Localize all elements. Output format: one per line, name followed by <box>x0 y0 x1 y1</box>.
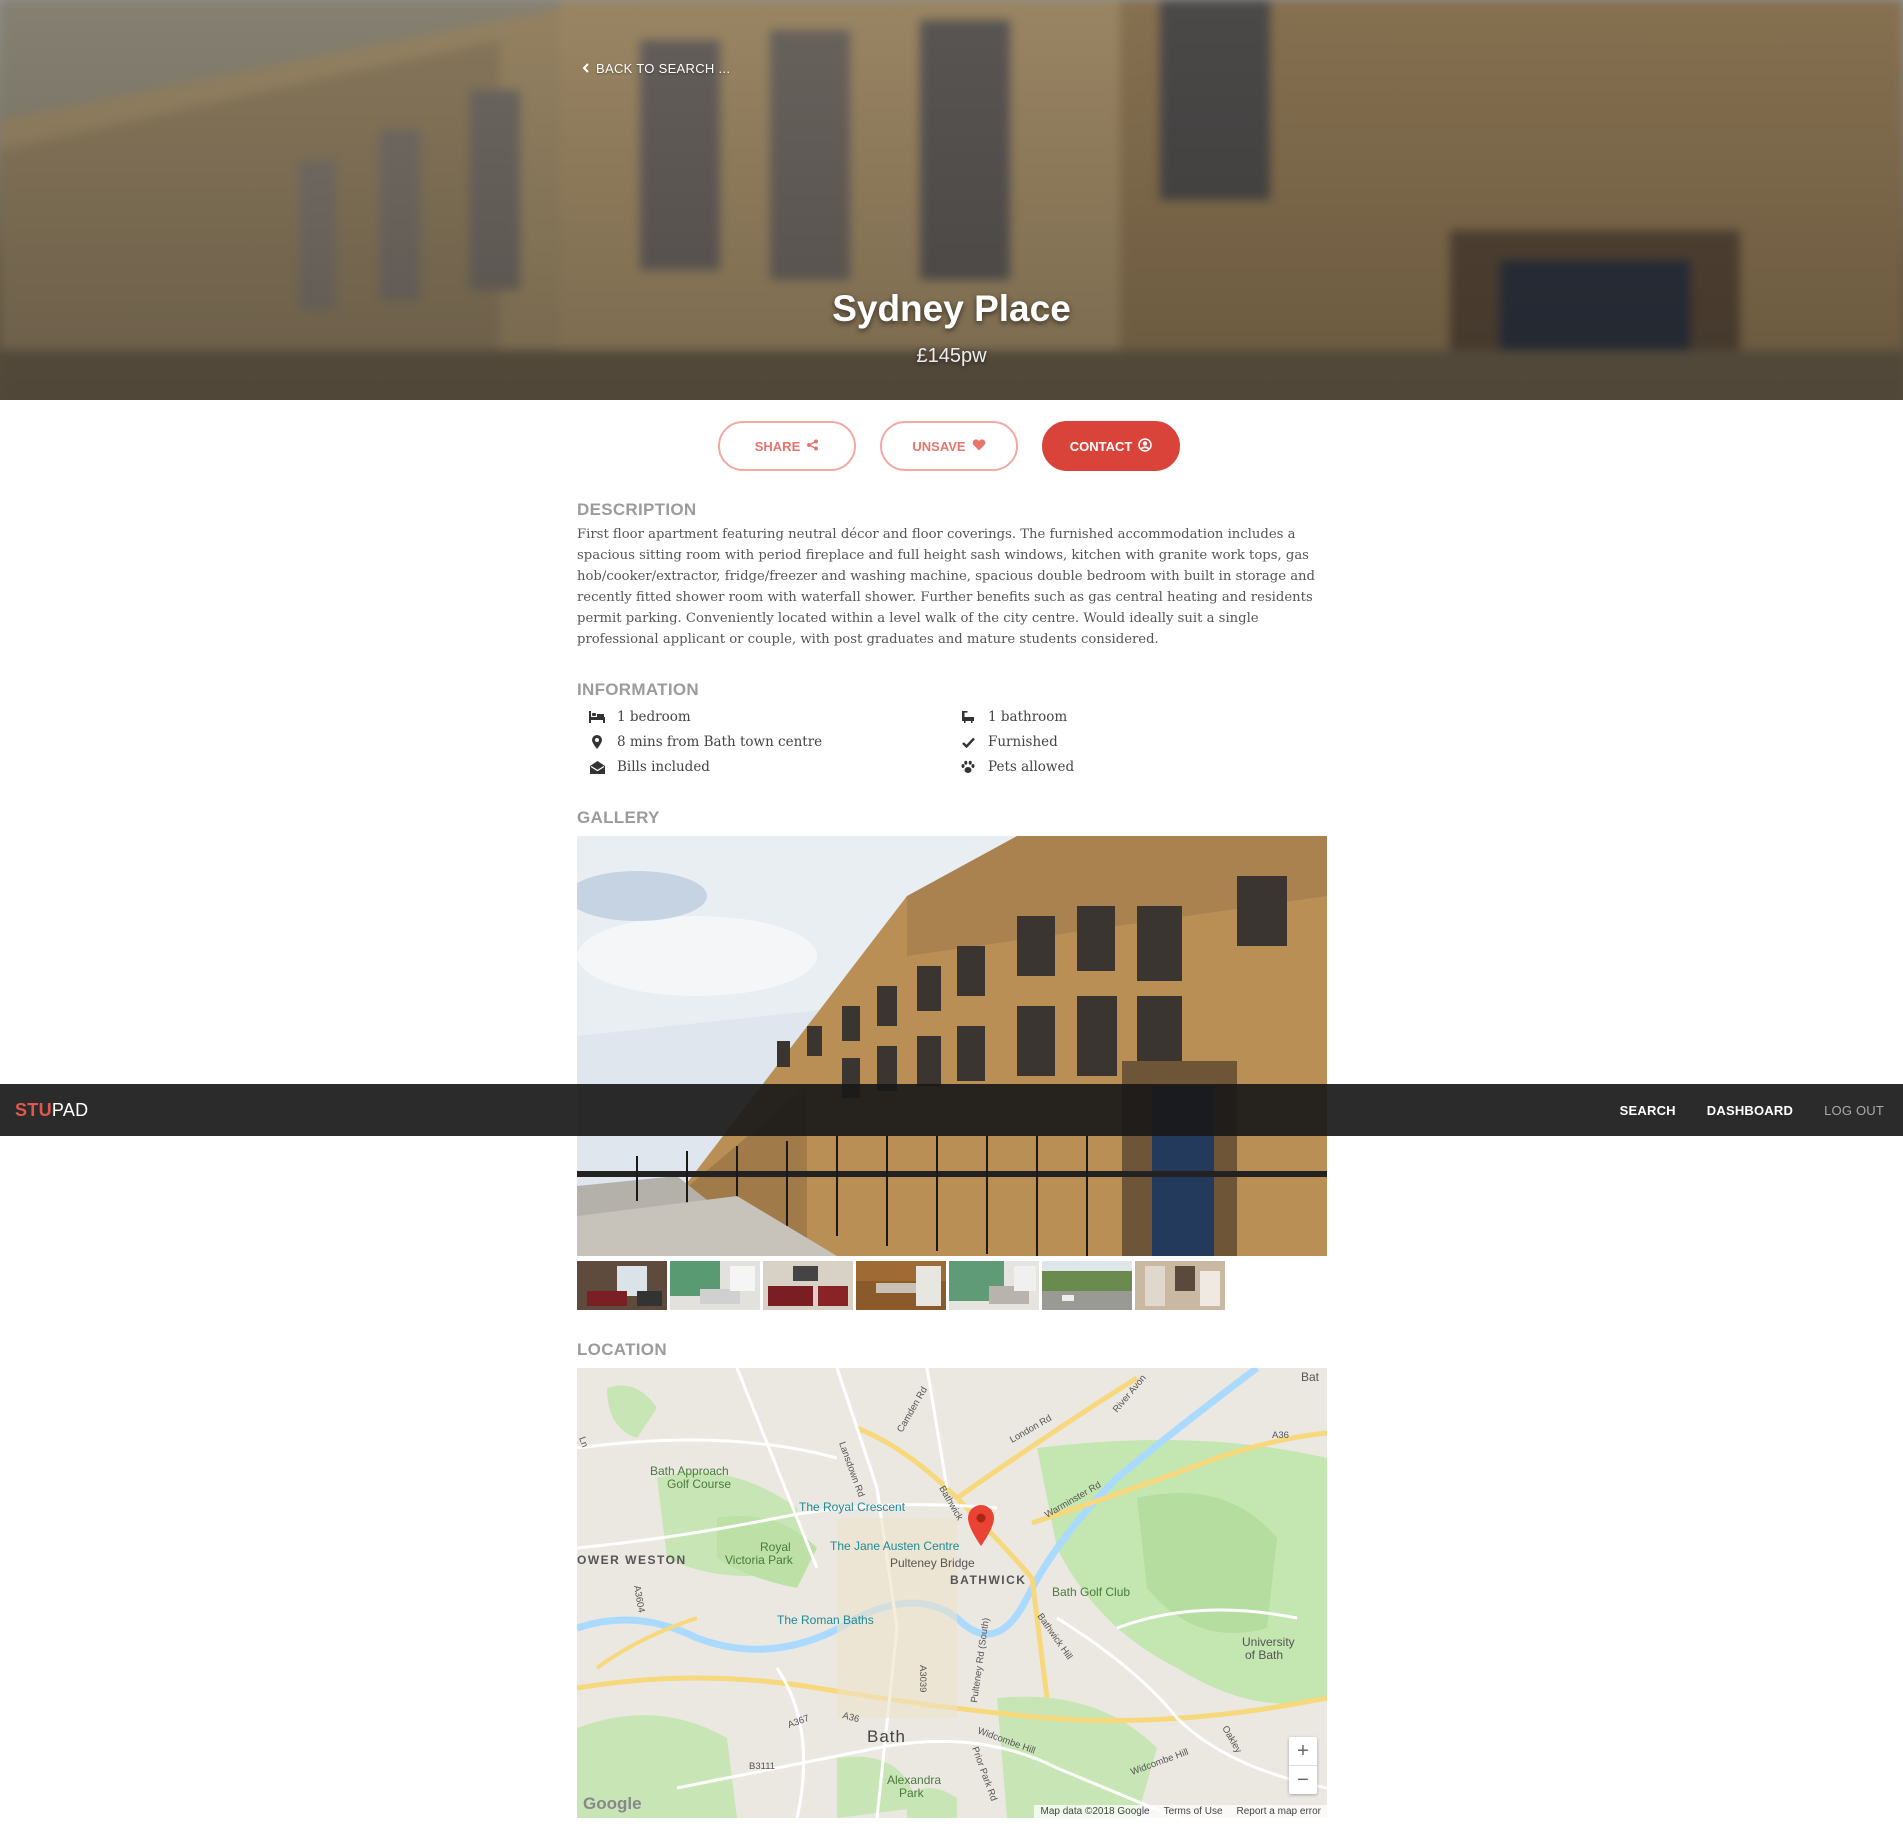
map-label-bath-golf-club: Bath Golf Club <box>1052 1585 1130 1599</box>
terms-of-use-link[interactable]: Terms of Use <box>1164 1806 1223 1817</box>
property-price: £145pw <box>916 345 987 367</box>
description-text: First floor apartment featuring neutral … <box>577 527 1315 647</box>
gallery-main-image[interactable] <box>577 836 1327 1256</box>
gallery-thumbnail[interactable] <box>763 1261 853 1310</box>
info-furnished: Furnished <box>948 731 1319 753</box>
info-bedrooms-text: 1 bedroom <box>617 709 691 725</box>
user-circle-icon <box>1138 437 1153 455</box>
info-bills: Bills included <box>577 756 948 778</box>
share-icon <box>806 439 819 454</box>
nav-logout-link[interactable]: LOG OUT <box>1824 1103 1884 1118</box>
zoom-out-button[interactable]: − <box>1289 1765 1317 1794</box>
map-label-victoria-park: Victoria Park <box>725 1553 794 1567</box>
info-bathrooms: 1 bathroom <box>948 706 1319 728</box>
brand-accent: STU <box>15 1099 52 1120</box>
map-pin-icon <box>589 734 605 750</box>
info-distance-text: 8 mins from Bath town centre <box>617 734 823 750</box>
chevron-left-icon <box>582 61 590 76</box>
map-label-royal-crescent: The Royal Crescent <box>799 1500 906 1514</box>
share-label: SHARE <box>754 438 801 454</box>
map-attribution: Map data ©2018 Google Terms of Use Repor… <box>1034 1805 1327 1818</box>
map-label-bathwick: BATHWICK <box>950 1573 1026 1587</box>
map-label-park: Park <box>899 1786 925 1800</box>
zoom-in-button[interactable]: + <box>1289 1737 1317 1765</box>
gallery-thumbnail[interactable] <box>949 1261 1039 1310</box>
map-label-royal: Royal <box>760 1540 791 1554</box>
info-pets: Pets allowed <box>948 756 1319 778</box>
map-label-bat: Bat <box>1301 1370 1320 1384</box>
contact-label: CONTACT <box>1069 438 1133 454</box>
unsave-label: UNSAVE <box>912 438 966 454</box>
map-label-of-bath: of Bath <box>1245 1648 1283 1662</box>
navbar: STUPAD SEARCH DASHBOARD LOG OUT <box>0 1084 1903 1136</box>
nav-dashboard-link[interactable]: DASHBOARD <box>1707 1103 1793 1118</box>
info-bathrooms-text: 1 bathroom <box>988 709 1068 725</box>
check-icon <box>960 734 976 750</box>
map-label-university: University <box>1242 1635 1295 1649</box>
gallery-thumbnail[interactable] <box>856 1261 946 1310</box>
gallery-thumbnail[interactable] <box>670 1261 760 1310</box>
info-distance: 8 mins from Bath town centre <box>577 731 948 753</box>
report-map-error-link[interactable]: Report a map error <box>1237 1806 1321 1817</box>
map-label-lower-weston: OWER WESTON <box>577 1553 687 1567</box>
map-label-a36-top: A36 <box>1272 1430 1289 1441</box>
gallery-section: GALLERY <box>577 808 1327 1310</box>
location-map[interactable]: Bath Approach Golf Course Royal Victoria… <box>577 1368 1327 1818</box>
map-zoom-controls: + − <box>1289 1737 1317 1794</box>
gallery-thumbnail[interactable] <box>1042 1261 1132 1310</box>
description-section: DESCRIPTION First floor apartment featur… <box>577 500 1327 650</box>
map-label-golf-course: Golf Course <box>667 1477 731 1491</box>
hero-banner: BACK TO SEARCH ... Sydney Place £145pw <box>0 0 1903 400</box>
information-list: 1 bedroom 1 bathroom 8 mins from Bath to… <box>577 706 1327 778</box>
property-title: Sydney Place <box>832 288 1071 329</box>
map-label-pulteney-bridge: Pulteney Bridge <box>890 1556 975 1570</box>
brand-rest: PAD <box>51 1099 89 1120</box>
info-furnished-text: Furnished <box>988 734 1058 750</box>
back-to-search-link[interactable]: BACK TO SEARCH ... <box>582 61 730 76</box>
action-buttons: SHARE UNSAVE CONTACT <box>718 421 1180 471</box>
nav-links: SEARCH DASHBOARD LOG OUT <box>1620 1103 1884 1118</box>
map-data-text: Map data ©2018 Google <box>1040 1806 1150 1817</box>
google-logo: Google <box>583 1794 642 1813</box>
gallery-thumbnails <box>577 1261 1327 1310</box>
info-bills-text: Bills included <box>617 759 710 775</box>
map-label-roman-baths: The Roman Baths <box>777 1613 874 1627</box>
paw-icon <box>960 759 976 775</box>
gallery-thumbnail[interactable] <box>577 1261 667 1310</box>
map-label-jane-austen: The Jane Austen Centre <box>830 1539 960 1553</box>
bath-icon <box>960 709 976 725</box>
gallery-heading: GALLERY <box>577 808 660 827</box>
brand-logo[interactable]: STUPAD <box>15 1100 88 1121</box>
nav-search-link[interactable]: SEARCH <box>1620 1103 1676 1118</box>
map-label-bath-approach: Bath Approach <box>650 1464 729 1478</box>
info-bedrooms: 1 bedroom <box>577 706 948 728</box>
info-pets-text: Pets allowed <box>988 759 1075 775</box>
bed-icon <box>589 709 605 725</box>
map-label-b3111: B3111 <box>749 1761 775 1772</box>
map-label-alexandra: Alexandra <box>887 1773 941 1787</box>
heart-icon <box>972 438 986 454</box>
gallery-thumbnail[interactable] <box>1135 1261 1225 1310</box>
location-section: LOCATION Bath Approach Golf Course Royal… <box>577 1340 1327 1818</box>
unsave-button[interactable]: UNSAVE <box>880 421 1018 471</box>
map-label-bath: Bath <box>867 1727 906 1746</box>
information-section: INFORMATION 1 bedroom 1 bathroom 8 mins … <box>577 680 1327 778</box>
description-heading: DESCRIPTION <box>577 500 697 519</box>
information-heading: INFORMATION <box>577 680 699 699</box>
location-heading: LOCATION <box>577 1340 667 1359</box>
contact-button[interactable]: CONTACT <box>1042 421 1180 471</box>
map-canvas[interactable]: Bath Approach Golf Course Royal Victoria… <box>577 1368 1327 1818</box>
back-to-search-label: BACK TO SEARCH ... <box>596 61 731 76</box>
share-button[interactable]: SHARE <box>718 421 856 471</box>
map-label-a3039: A3039 <box>917 1665 928 1692</box>
envelope-open-icon <box>589 759 605 775</box>
